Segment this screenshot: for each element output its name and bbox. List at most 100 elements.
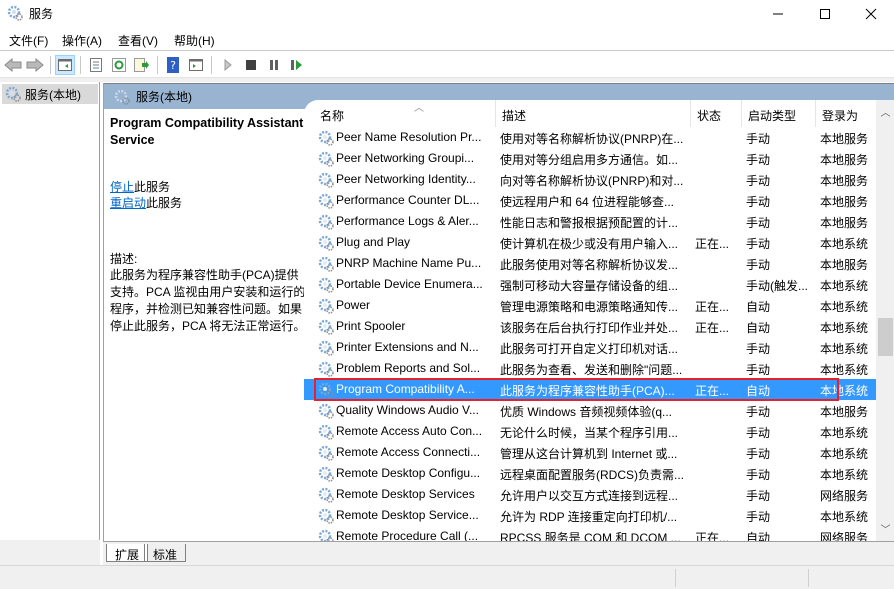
menu-view[interactable]: 查看(V) — [118, 32, 158, 49]
service-row[interactable]: Program Compatibility A... 此服务为程序兼容性助手(PC… — [304, 379, 876, 400]
close-button[interactable] — [848, 0, 894, 28]
restart-service-link[interactable]: 重启动 — [110, 196, 146, 210]
column-header-description[interactable]: 描述 — [496, 100, 691, 127]
export-list-icon — [134, 58, 149, 72]
service-description: 管理从这台计算机到 Internet 或... — [500, 447, 678, 461]
service-gear-icon — [318, 319, 334, 335]
service-startup-type: 手动 — [746, 363, 771, 377]
service-name: Remote Desktop Service... — [336, 508, 479, 522]
service-row[interactable]: Quality Windows Audio V... 优质 Windows 音频视… — [304, 400, 876, 421]
start-service-button[interactable] — [218, 55, 238, 75]
service-name: Performance Logs & Aler... — [336, 214, 479, 228]
service-startup-type: 手动 — [746, 216, 771, 230]
status-separator — [808, 569, 809, 587]
maximize-icon — [820, 9, 830, 19]
restart-service-icon — [291, 60, 302, 70]
service-gear-icon — [318, 214, 334, 230]
service-row[interactable]: Portable Device Enumera... 强制可移动大容量存储设备的组… — [304, 274, 876, 295]
forward-button[interactable] — [25, 55, 45, 75]
service-name: Portable Device Enumera... — [336, 277, 483, 291]
column-header-status[interactable]: 状态 — [691, 100, 742, 127]
back-arrow-icon — [4, 58, 22, 72]
tab-extended[interactable]: 扩展 — [106, 544, 149, 562]
service-row[interactable]: Peer Networking Identity... 向对等名称解析协议(PNR… — [304, 169, 876, 190]
column-header-logon-as[interactable]: 登录为 — [816, 100, 876, 127]
service-row[interactable]: Performance Logs & Aler... 性能日志和警报根据预配置的计… — [304, 211, 876, 232]
service-logon-as: 本地系统 — [820, 279, 869, 293]
service-name: Remote Access Auto Con... — [336, 424, 483, 438]
back-button[interactable] — [3, 55, 23, 75]
service-row[interactable]: Performance Counter DL... 使远程用户和 64 位进程能够… — [304, 190, 876, 211]
service-status: 正在... — [695, 321, 730, 335]
service-gear-icon — [318, 193, 334, 209]
properties-button[interactable] — [86, 55, 106, 75]
service-startup-type: 手动 — [746, 510, 771, 524]
help-button[interactable]: ? — [163, 55, 183, 75]
service-description: 允许用户以交互方式连接到远程... — [500, 489, 679, 503]
minimize-button[interactable] — [755, 0, 801, 28]
status-separator — [675, 569, 676, 587]
service-row[interactable]: Remote Desktop Services 允许用户以交互方式连接到远程...… — [304, 484, 876, 505]
status-bar — [0, 565, 894, 589]
menu-file[interactable]: 文件(F) — [9, 32, 48, 49]
maximize-button[interactable] — [802, 0, 848, 28]
tree-item-label: 服务(本地) — [25, 87, 81, 102]
menu-help[interactable]: 帮助(H) — [174, 32, 215, 49]
service-row[interactable]: Power 管理电源策略和电源策略通知传... 正在... 自动 本地系统 — [304, 295, 876, 316]
service-row[interactable]: PNRP Machine Name Pu... 此服务使用对等名称解析协议发...… — [304, 253, 876, 274]
refresh-button[interactable] — [109, 55, 129, 75]
service-row[interactable]: Peer Networking Groupi... 使用对等分组启用多方通信。如.… — [304, 148, 876, 169]
pause-service-icon — [270, 60, 278, 70]
vertical-scrollbar[interactable]: ︿ ﹀ — [876, 100, 894, 541]
service-logon-as: 本地服务 — [820, 132, 869, 146]
service-name: Power — [336, 298, 371, 312]
scrollbar-thumb[interactable] — [878, 318, 893, 356]
pause-service-button[interactable] — [264, 55, 284, 75]
tab-standard[interactable]: 标准 — [144, 544, 187, 562]
service-logon-as: 本地服务 — [820, 258, 869, 272]
service-row[interactable]: Remote Desktop Service... 允许为 RDP 连接重定向打印… — [304, 505, 876, 526]
service-logon-as: 本地服务 — [820, 153, 869, 167]
service-row[interactable]: Printer Extensions and N... 此服务可打开自定义打印机对… — [304, 337, 876, 358]
service-row[interactable]: Print Spooler 该服务在后台执行打印作业并处... 正在... 自动 本地系… — [304, 316, 876, 337]
service-gear-icon — [318, 277, 334, 293]
description-label: 描述: — [110, 252, 138, 266]
restart-service-button[interactable] — [287, 55, 307, 75]
show-hide-console-tree-button[interactable] — [55, 55, 75, 75]
service-name: Plug and Play — [336, 235, 411, 249]
service-startup-type: 手动 — [746, 405, 771, 419]
toolbar-separator — [80, 56, 81, 74]
service-row[interactable]: Remote Procedure Call (... RPCSS 服务是 COM … — [304, 526, 876, 541]
column-header-startup-type[interactable]: 启动类型 — [742, 100, 816, 127]
service-row[interactable]: Peer Name Resolution Pr... 使用对等名称解析协议(PNR… — [304, 127, 876, 148]
forward-arrow-icon — [26, 58, 44, 72]
service-startup-type: 自动 — [746, 300, 771, 314]
stop-service-link[interactable]: 停止 — [110, 180, 134, 194]
tree-item-services-local[interactable]: 服务(本地) — [2, 84, 98, 104]
service-name: Remote Desktop Configu... — [336, 466, 481, 480]
show-hide-action-pane-button[interactable] — [186, 55, 206, 75]
service-logon-as: 本地服务 — [820, 216, 869, 230]
service-gear-icon — [318, 466, 334, 482]
scroll-down-icon[interactable]: ﹀ — [876, 521, 894, 538]
service-row[interactable]: Remote Desktop Configu... 远程桌面配置服务(RDCS)负… — [304, 463, 876, 484]
service-row[interactable]: Remote Access Connecti... 管理从这台计算机到 Inter… — [304, 442, 876, 463]
service-name: Remote Procedure Call (... — [336, 529, 479, 541]
export-list-button[interactable] — [132, 55, 152, 75]
service-status: 正在... — [695, 237, 730, 251]
service-startup-type: 手动 — [746, 342, 771, 356]
service-name: Printer Extensions and N... — [336, 340, 479, 354]
service-row[interactable]: Plug and Play 使计算机在极少或没有用户输入... 正在... 手动 本地系… — [304, 232, 876, 253]
service-name: Remote Access Connecti... — [336, 445, 481, 459]
stop-service-button[interactable] — [241, 55, 261, 75]
service-row[interactable]: Remote Access Auto Con... 无论什么时候，当某个程序引用.… — [304, 421, 876, 442]
service-gear-icon — [318, 340, 334, 356]
service-row[interactable]: Problem Reports and Sol... 此服务为查看、发送和删除"问… — [304, 358, 876, 379]
column-header-name[interactable]: ︿ 名称 — [314, 100, 496, 127]
scroll-up-icon[interactable]: ︿ — [876, 104, 894, 121]
toolbar-separator — [157, 56, 158, 74]
service-startup-type: 手动(触发... — [746, 279, 808, 293]
column-header-label: 状态 — [697, 109, 722, 123]
service-gear-icon — [318, 403, 334, 419]
menu-action[interactable]: 操作(A) — [62, 32, 102, 49]
